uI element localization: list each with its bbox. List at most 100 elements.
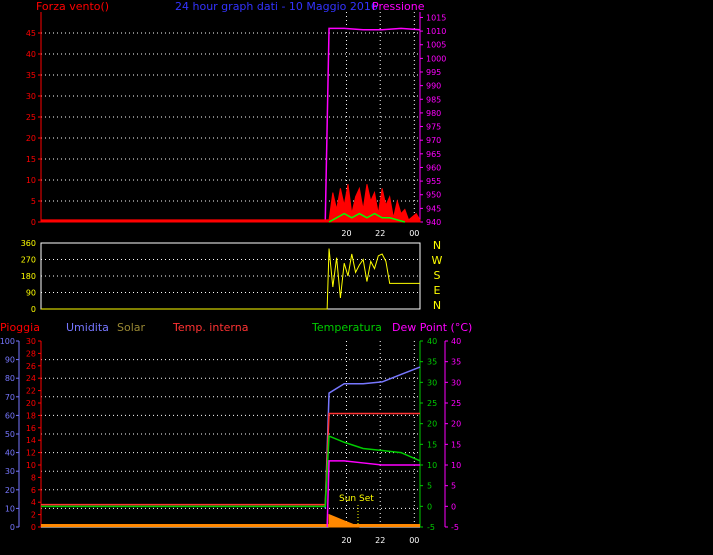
weather-chart: Forza vento() 24 hour graph dati - 10 Ma… [0,0,472,545]
rain-tick-label-4: 8 [31,473,36,482]
legend-humidity: Umidita [66,321,109,334]
series-humidity [324,366,421,509]
rain-tick-label-12: 24 [26,374,36,383]
pressure-tick-label-5: 965 [426,150,441,159]
direction-tick-label-3: 270 [21,256,36,265]
wind-tick-label-4: 20 [26,134,36,143]
direction-tick-label-1: 90 [26,289,36,298]
pressure-tick-label-13: 1005 [426,41,446,50]
direction-tick-label-2: 180 [21,272,36,281]
pressure-tick-label-11: 995 [426,68,441,77]
rain-tick-label-1: 2 [31,511,36,520]
series-temp_internal [41,412,420,506]
dewpoint-tick-label-6: 25 [451,399,461,408]
pressure-tick-label-2: 950 [426,191,441,200]
dewpoint-tick-label-7: 30 [451,378,461,387]
chart3-x-tick-label-0: 20 [341,536,351,545]
humidity-tick-label-2: 20 [5,486,15,495]
dewpoint-tick-label-8: 35 [451,358,461,367]
humidity-tick-label-10: 100 [0,337,15,346]
direction-tick-label-0: 0 [31,305,36,314]
humidity-tick-label-7: 70 [5,393,15,402]
pressure-tick-label-14: 1010 [426,27,446,36]
temperature-tick-label-7: 30 [427,378,437,387]
rain-tick-label-11: 22 [26,387,36,396]
direction-tick-label-4: 360 [21,239,36,248]
temperature-tick-label-6: 25 [427,399,437,408]
wind-tick-label-0: 0 [31,218,36,227]
temperature-tick-label-8: 35 [427,358,437,367]
humidity-tick-label-8: 80 [5,374,15,383]
chart1-x-tick-label-0: 20 [341,229,351,238]
temperature-tick-label-9: 40 [427,337,437,346]
wind-tick-label-9: 45 [26,29,36,38]
rain-baseline [41,524,420,527]
dewpoint-tick-label-2: 5 [451,482,456,491]
pressure-tick-label-0: 940 [426,218,441,227]
compass-label-0: N [433,239,441,252]
wind-tick-label-7: 35 [26,71,36,80]
wind-axis-label: Forza vento() [36,0,109,13]
humidity-tick-label-3: 30 [5,467,15,476]
pressure-axis-label: Pressione [372,0,425,13]
pressure-tick-label-8: 980 [426,109,441,118]
pressure-tick-label-7: 975 [426,123,441,132]
dewpoint-tick-label-1: 0 [451,502,456,511]
wind-tick-label-6: 30 [26,92,36,101]
chart1-x-tick-label-2: 00 [409,229,419,238]
pressure-tick-label-15: 1015 [426,13,446,22]
compass-label-4: N [433,299,441,312]
pressure-tick-label-12: 1000 [426,54,446,63]
series-direction [41,248,420,310]
humidity-tick-label-6: 60 [5,411,15,420]
series-solar [328,513,360,528]
chart1-x-tick-label-1: 22 [375,229,385,238]
legend-dewpoint: Dew Point (°C) [392,321,472,334]
humidity-tick-label-1: 10 [5,504,15,513]
pressure-tick-label-9: 985 [426,95,441,104]
temperature-tick-label-0: -5 [427,523,435,532]
compass-label-3: E [434,284,441,297]
temperature-tick-label-4: 15 [427,440,437,449]
wind-tick-label-3: 15 [26,155,36,164]
dewpoint-tick-label-0: -5 [451,523,459,532]
compass-label-2: S [434,269,441,282]
chart-title: 24 hour graph dati - 10 Maggio 2016 [175,0,378,13]
humidity-tick-label-9: 90 [5,356,15,365]
temperature-tick-label-2: 5 [427,482,432,491]
legend-temp-internal: Temp. interna [172,321,248,334]
dewpoint-tick-label-3: 10 [451,461,461,470]
rain-tick-label-0: 0 [31,523,36,532]
wind-tick-label-2: 10 [26,176,36,185]
rain-tick-label-7: 14 [26,436,36,445]
wind-tick-label-5: 25 [26,113,36,122]
rain-tick-label-9: 18 [26,411,36,420]
sunset-annotation: Sun Set [339,494,374,504]
dewpoint-tick-label-4: 15 [451,440,461,449]
humidity-tick-label-0: 0 [10,523,15,532]
chart-dynamic-layer: 0510152025303540459409459509559609659709… [0,12,461,545]
rain-tick-label-14: 28 [26,349,36,358]
dewpoint-tick-label-9: 40 [451,337,461,346]
humidity-tick-label-5: 50 [5,430,15,439]
pressure-tick-label-6: 970 [426,136,441,145]
pressure-tick-label-4: 960 [426,163,441,172]
temperature-tick-label-5: 20 [427,420,437,429]
compass-label-1: W [432,254,443,267]
pressure-tick-label-1: 945 [426,204,441,213]
chart3-x-tick-label-2: 00 [409,536,419,545]
legend-solar: Solar [117,321,146,334]
pressure-tick-label-3: 955 [426,177,441,186]
pressure-tick-label-10: 990 [426,82,441,91]
rain-tick-label-2: 4 [31,498,36,507]
rain-tick-label-6: 12 [26,449,36,458]
wind-tick-label-1: 5 [31,197,36,206]
wind-tick-label-8: 40 [26,50,36,59]
temperature-tick-label-1: 0 [427,502,432,511]
rain-tick-label-5: 10 [26,461,36,470]
chart3-x-tick-label-1: 22 [375,536,385,545]
legend-temperature: Temperatura [311,321,382,334]
temperature-tick-label-3: 10 [427,461,437,470]
rain-tick-label-3: 6 [31,486,36,495]
rain-tick-label-15: 30 [26,337,36,346]
